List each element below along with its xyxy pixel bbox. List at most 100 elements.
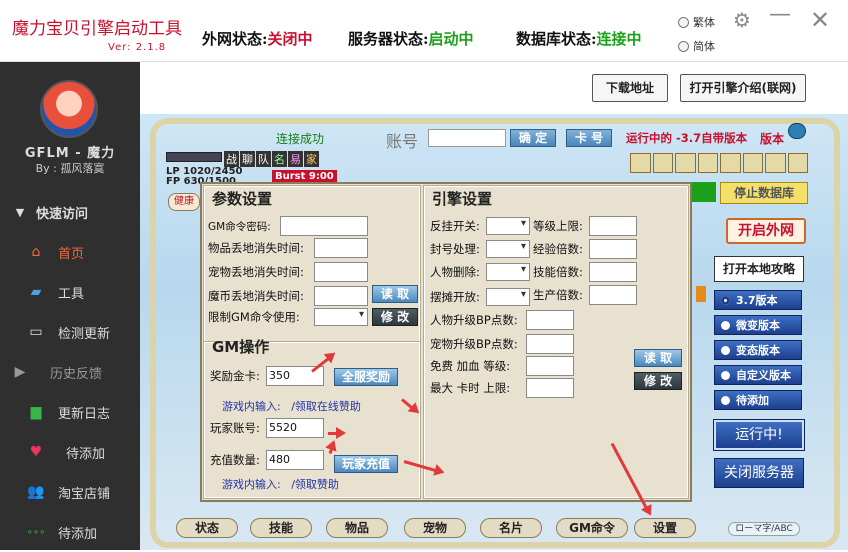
version-todo-radio[interactable]: 待添加	[714, 390, 802, 410]
item-drop-time-input[interactable]	[314, 238, 368, 258]
close-server-button[interactable]: 关闭服务器	[714, 458, 804, 488]
version-custom-radio[interactable]: 自定义版本	[714, 365, 802, 385]
sidebar-item-update-check[interactable]: ▭ 检测更新	[0, 312, 140, 352]
sidebar-item-todo-1[interactable]: ♥ 待添加	[0, 432, 140, 472]
ime-indicator: ローマ字/ABC	[728, 522, 800, 536]
pet-drop-time-input[interactable]	[314, 262, 368, 282]
sidebar-item-shop[interactable]: 👥 淘宝店铺	[0, 472, 140, 512]
monitor-icon: ▭	[29, 324, 43, 340]
craft-rate-input[interactable]	[589, 285, 637, 305]
max-card-time-input[interactable]	[526, 378, 574, 398]
close-icon[interactable]: ✕	[806, 6, 834, 34]
icon-slot[interactable]	[787, 153, 808, 173]
open-net-button[interactable]: 开启外网	[726, 218, 806, 244]
sidebar-item-feedback[interactable]: ▶ 历史反馈	[0, 352, 140, 392]
tab-trade[interactable]: 易	[288, 151, 303, 167]
tab-settings[interactable]: 设置	[634, 518, 696, 538]
gm-limit-select[interactable]	[314, 308, 368, 326]
icon-slot[interactable]	[765, 153, 786, 173]
anti-cheat-row: 反挂开关:	[430, 217, 530, 235]
sidebar-item-home[interactable]: ⌂ 首页	[0, 232, 140, 272]
char-bp-row: 人物升级BP点数:	[430, 310, 574, 330]
radio-icon	[721, 395, 730, 405]
chat-icon: ▆	[30, 404, 42, 420]
download-button[interactable]: 下载地址	[592, 74, 668, 102]
tab-status[interactable]: 状态	[176, 518, 238, 538]
lang-traditional[interactable]: 繁体	[678, 14, 715, 30]
minimize-icon[interactable]: —	[766, 4, 794, 34]
sidebar-item-changelog[interactable]: ▆ 更新日志	[0, 392, 140, 432]
tab-pets[interactable]: 宠物	[404, 518, 466, 538]
running-version: 运行中的 -3.7自带版本	[626, 131, 748, 145]
title-bar: 魔力宝贝引擎启动工具 Ver: 2.1.8 外网状态:关闭中 服务器状态:启动中…	[0, 0, 848, 62]
toggle-knob[interactable]	[788, 123, 806, 139]
tab-team[interactable]: 队	[256, 151, 271, 167]
sidebar-item-todo-2[interactable]: ∘∘∘ 待添加	[0, 512, 140, 552]
recharge-hint: 游戏内输入: /领取赞助	[222, 478, 339, 491]
exp-rate-input[interactable]	[589, 239, 637, 259]
engine-modify-button[interactable]: 修 改	[634, 372, 682, 390]
play-icon: ▶	[14, 364, 26, 380]
net-status: 外网状态:关闭中	[202, 30, 313, 48]
reward-all-button[interactable]: 全服奖励	[334, 368, 398, 386]
player-input[interactable]: 5520	[266, 418, 324, 438]
tab-namecard[interactable]: 名片	[480, 518, 542, 538]
open-local-guide-button[interactable]: 打开本地攻略	[714, 256, 804, 282]
tab-card[interactable]: 名	[272, 151, 287, 167]
tab-family[interactable]: 家	[304, 151, 319, 167]
icon-slot[interactable]	[675, 153, 696, 173]
version-micro-radio[interactable]: 微变版本	[714, 315, 802, 335]
params-modify-button[interactable]: 修 改	[372, 308, 418, 326]
params-title: 参数设置	[212, 190, 273, 208]
stop-db-button[interactable]: 停止数据库	[720, 182, 808, 204]
stall-select[interactable]	[486, 288, 530, 306]
anti-cheat-select[interactable]	[486, 217, 530, 235]
amount-input[interactable]: 480	[266, 450, 324, 470]
engine-intro-button[interactable]: 打开引擎介绍(联网)	[680, 74, 806, 102]
skill-rate-input[interactable]	[589, 262, 637, 282]
max-card-time-row: 最大 卡时 上限:	[430, 378, 574, 398]
recharge-button[interactable]: 玩家充值	[334, 455, 398, 473]
gear-icon[interactable]: ⚙	[728, 6, 756, 34]
reward-hint: 游戏内输入: /领取在线赞助	[222, 400, 361, 413]
side-marker	[696, 286, 706, 302]
gold-drop-time-input[interactable]	[314, 286, 368, 306]
running-indicator: 运行中!	[713, 419, 805, 451]
level-cap-row: 等级上限:	[533, 216, 637, 236]
icon-slot[interactable]	[652, 153, 673, 173]
tab-battle[interactable]: 战	[224, 151, 239, 167]
icon-slot[interactable]	[630, 153, 651, 173]
icon-slot[interactable]	[720, 153, 741, 173]
lang-simplified[interactable]: 简体	[678, 38, 715, 54]
radio-selected-icon	[721, 295, 730, 305]
tab-items[interactable]: 物品	[326, 518, 388, 538]
ban-select[interactable]	[486, 240, 530, 258]
tab-gm-commands[interactable]: GM命令	[556, 518, 628, 538]
pet-bp-input[interactable]	[526, 334, 574, 354]
radio-icon	[721, 320, 730, 330]
confirm-button[interactable]: 确 定	[510, 129, 556, 147]
card-button[interactable]: 卡 号	[566, 129, 612, 147]
amount-row: 充值数量: 480	[210, 450, 324, 470]
level-cap-input[interactable]	[589, 216, 637, 236]
version-label: 版本	[760, 132, 785, 146]
pet-bp-row: 宠物升级BP点数:	[430, 334, 574, 354]
char-delete-select[interactable]	[486, 263, 530, 281]
quick-access-header[interactable]: ▼ 快速访问	[0, 192, 140, 232]
account-input[interactable]	[428, 129, 506, 147]
tab-skills[interactable]: 技能	[250, 518, 312, 538]
gm-password-input[interactable]	[280, 216, 368, 236]
icon-slot[interactable]	[697, 153, 718, 173]
db-status: 数据库状态:连接中	[516, 30, 642, 48]
engine-read-button[interactable]: 读 取	[634, 349, 682, 367]
version-3-7-radio[interactable]: 3.7版本	[714, 290, 802, 310]
version-extreme-radio[interactable]: 变态版本	[714, 340, 802, 360]
tab-chat[interactable]: 聊	[240, 151, 255, 167]
icon-slot[interactable]	[742, 153, 763, 173]
sidebar-item-tools[interactable]: ▰ 工具	[0, 272, 140, 312]
char-bp-input[interactable]	[526, 310, 574, 330]
gm-limit-row: 限制GM命令使用:	[208, 308, 368, 326]
free-heal-input[interactable]	[526, 356, 574, 376]
params-read-button[interactable]: 读 取	[372, 285, 418, 303]
radio-icon	[721, 370, 730, 380]
